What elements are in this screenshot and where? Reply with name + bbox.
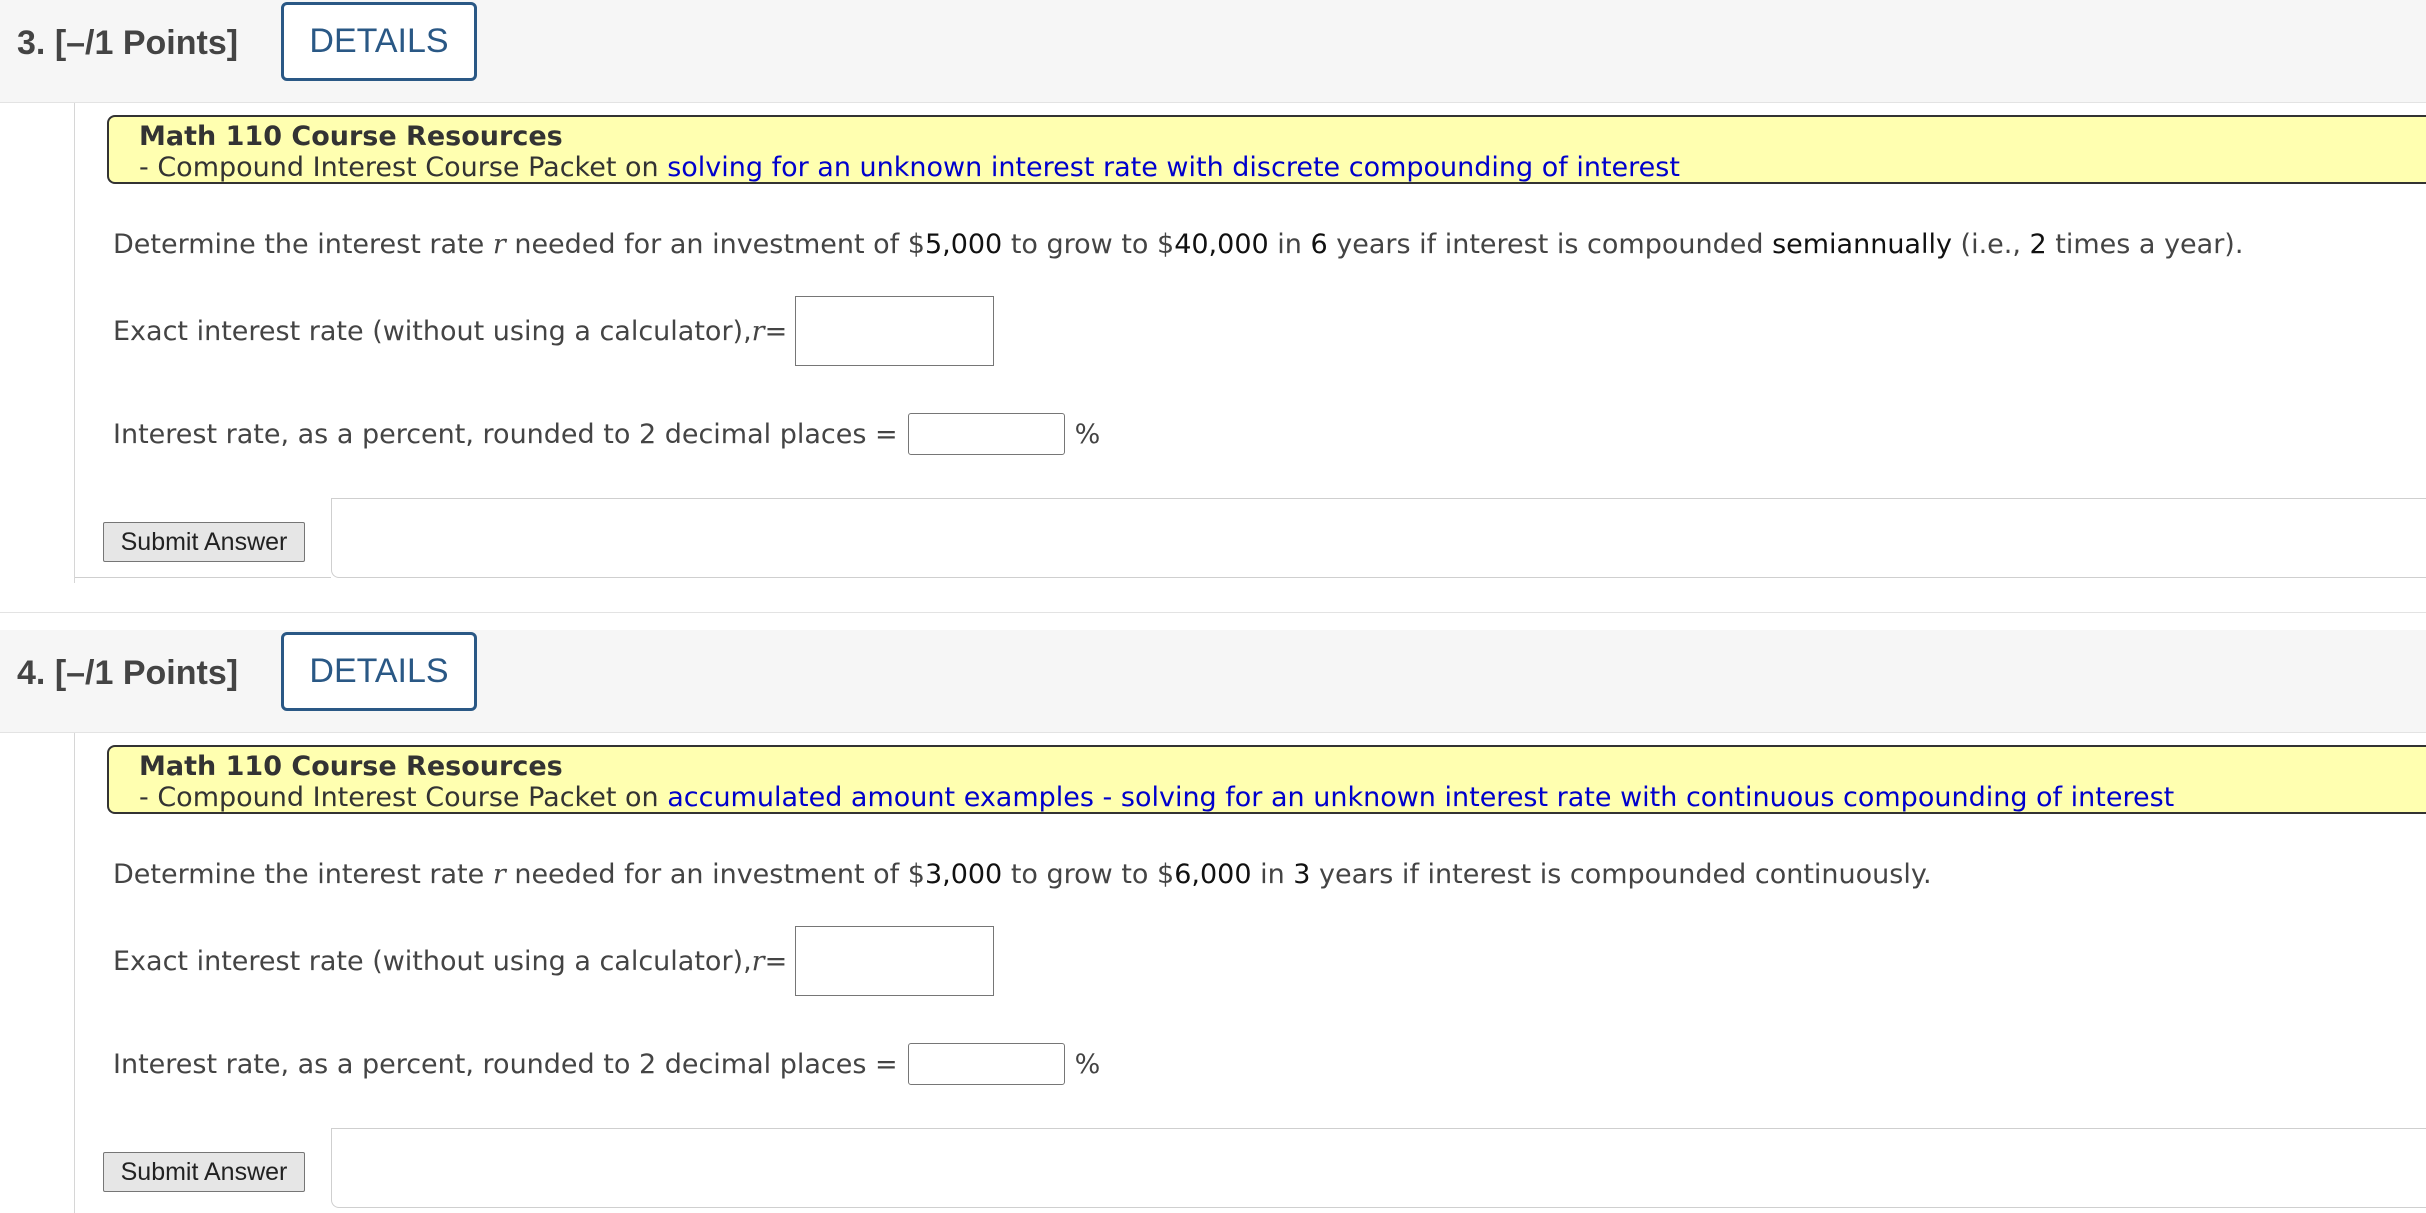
percent-rate-row: Interest rate, as a percent, rounded to … <box>113 1043 1100 1085</box>
course-resources-box: Math 110 Course Resources - Compound Int… <box>107 745 2426 814</box>
question-4-header: 4. [–/1 Points] DETAILS <box>0 630 2426 733</box>
course-resources-link[interactable]: accumulated amount examples - solving fo… <box>667 782 2174 813</box>
exact-rate-label: Exact interest rate (without using a cal… <box>113 315 752 347</box>
question-points: [–/1 Points] <box>54 654 239 692</box>
course-resources-prefix: - Compound Interest Course Packet on <box>139 782 668 813</box>
course-resources-prefix: - Compound Interest Course Packet on <box>139 152 668 183</box>
prompt-times: 2 <box>2029 229 2047 260</box>
submit-answer-button[interactable]: Submit Answer <box>103 522 305 562</box>
percent-rate-input[interactable] <box>907 413 1065 455</box>
prompt-years: 3 <box>1293 859 1311 890</box>
question-number: 4. <box>17 654 46 692</box>
prompt-target: 6,000 <box>1174 859 1252 890</box>
prompt-text: in <box>1268 229 1311 260</box>
question-prompt: Determine the interest rate r needed for… <box>113 859 1932 890</box>
percent-rate-input[interactable] <box>907 1043 1065 1085</box>
course-resources-line: - Compound Interest Course Packet on acc… <box>139 782 2426 813</box>
exact-rate-variable: r <box>751 945 765 977</box>
prompt-years: 6 <box>1310 229 1328 260</box>
question-3-header: 3. [–/1 Points] DETAILS <box>0 0 2426 103</box>
question-divider <box>0 612 2426 613</box>
prompt-text: Determine the interest rate <box>113 859 493 890</box>
course-resources-link[interactable]: solving for an unknown interest rate wit… <box>667 152 1680 183</box>
equals-sign: = <box>764 945 788 977</box>
course-resources-title: Math 110 Course Resources <box>139 121 563 152</box>
percent-unit: % <box>1074 418 1101 450</box>
prompt-target: 40,000 <box>1174 229 1269 260</box>
answer-panel-bottom-border <box>75 577 331 578</box>
question-prompt: Determine the interest rate r needed for… <box>113 229 2243 260</box>
exact-rate-variable: r <box>751 315 765 347</box>
percent-rate-label: Interest rate, as a percent, rounded to … <box>113 1048 898 1080</box>
question-3-title: 3. [–/1 Points] <box>17 24 238 63</box>
answer-feedback-panel <box>331 498 2426 578</box>
prompt-text: needed for an investment of $ <box>505 859 925 890</box>
question-4-title: 4. [–/1 Points] <box>17 654 238 693</box>
prompt-variable: r <box>492 229 506 260</box>
course-resources-title: Math 110 Course Resources <box>139 751 563 782</box>
prompt-text: to grow to $ <box>1002 859 1175 890</box>
prompt-text: in <box>1251 859 1294 890</box>
exact-rate-input[interactable] <box>795 296 995 366</box>
exact-rate-label: Exact interest rate (without using a cal… <box>113 945 752 977</box>
prompt-text: Determine the interest rate <box>113 229 493 260</box>
details-button[interactable]: DETAILS <box>281 632 477 711</box>
course-resources-box: Math 110 Course Resources - Compound Int… <box>107 115 2426 184</box>
exact-rate-input[interactable] <box>795 926 995 996</box>
percent-rate-row: Interest rate, as a percent, rounded to … <box>113 413 1100 455</box>
exact-rate-row: Exact interest rate (without using a cal… <box>113 296 995 366</box>
course-resources-line: - Compound Interest Course Packet on sol… <box>139 152 2426 183</box>
prompt-principal: 3,000 <box>924 859 1003 890</box>
percent-rate-label: Interest rate, as a percent, rounded to … <box>113 418 898 450</box>
answer-feedback-panel <box>331 1128 2426 1208</box>
details-button[interactable]: DETAILS <box>281 2 477 81</box>
prompt-text: times a year). <box>2046 229 2244 260</box>
equals-sign: = <box>764 315 788 347</box>
question-points: [–/1 Points] <box>54 24 239 62</box>
prompt-text: (i.e., <box>1951 229 2030 260</box>
question-3-body: Math 110 Course Resources - Compound Int… <box>74 103 2426 583</box>
prompt-text: years if interest is compounded continuo… <box>1310 859 1932 890</box>
prompt-compounding: semiannually <box>1772 229 1952 260</box>
prompt-text: years if interest is compounded <box>1327 229 1773 260</box>
question-number: 3. <box>17 24 46 62</box>
exact-rate-row: Exact interest rate (without using a cal… <box>113 926 995 996</box>
percent-unit: % <box>1074 1048 1101 1080</box>
prompt-variable: r <box>492 859 506 890</box>
prompt-principal: 5,000 <box>924 229 1003 260</box>
prompt-text: needed for an investment of $ <box>505 229 925 260</box>
submit-answer-button[interactable]: Submit Answer <box>103 1152 305 1192</box>
question-4-body: Math 110 Course Resources - Compound Int… <box>74 733 2426 1213</box>
prompt-text: to grow to $ <box>1002 229 1175 260</box>
